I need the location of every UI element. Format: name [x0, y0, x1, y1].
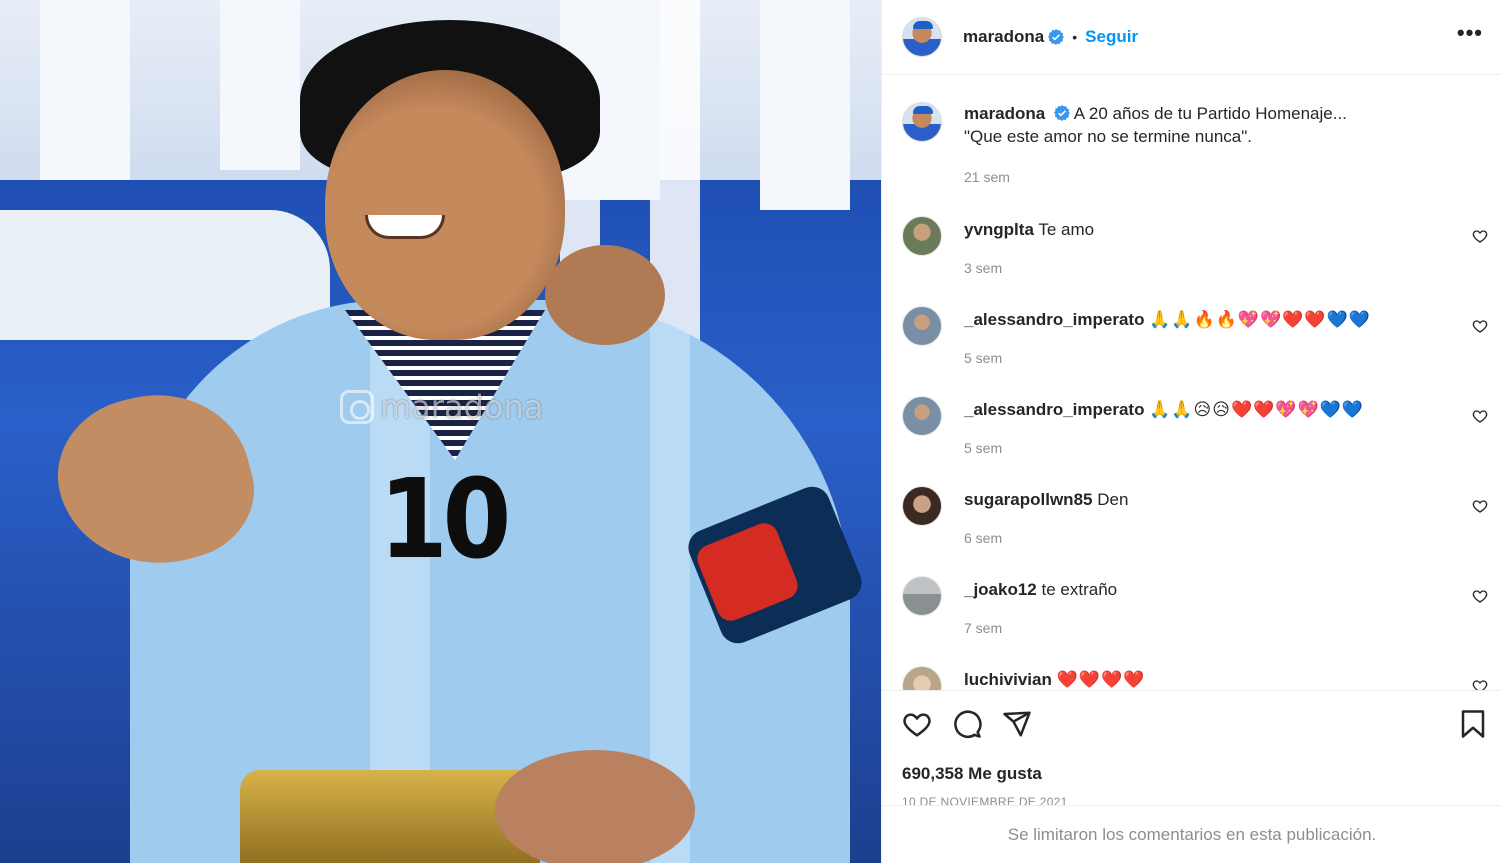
teammate-hand: [545, 245, 665, 345]
instagram-icon: [340, 390, 374, 424]
post-caption: maradona A 20 años de tu Partido Homenaj…: [882, 76, 1501, 210]
post-actions: 690,358 Me gusta 10 DE NOVIEMBRE DE 2021…: [882, 690, 1501, 863]
comment-time[interactable]: 5 sem: [964, 346, 1371, 370]
background-stripe: [220, 0, 300, 170]
comment-item: _alessandro_imperato 🙏🙏😥😥❤️❤️💖💖💙💙 5 sem: [882, 390, 1501, 480]
jersey-number: 10: [379, 455, 511, 583]
post-side-panel: maradona • Seguir ••• maradona A 20 años…: [881, 0, 1501, 863]
like-comment-heart-icon[interactable]: [1472, 408, 1488, 424]
comment-item: _alessandro_imperato 🙏🙏🔥🔥💖💖❤️❤️💙💙 5 sem: [882, 300, 1501, 390]
comment-text: ❤️❤️❤️❤️: [1056, 670, 1146, 689]
comment-time[interactable]: 5 sem: [964, 436, 1364, 460]
comment-time[interactable]: 6 sem: [964, 526, 1128, 550]
comment-username[interactable]: _joako12: [964, 580, 1037, 599]
like-heart-icon[interactable]: [902, 709, 932, 739]
verified-badge-icon: [1053, 105, 1070, 121]
face: [325, 70, 565, 340]
comment-username[interactable]: luchivivian: [964, 670, 1052, 689]
comment-username[interactable]: _alessandro_imperato: [964, 310, 1144, 329]
verified-badge-icon: [1048, 29, 1065, 45]
follow-button[interactable]: Seguir: [1085, 27, 1138, 47]
comment-item: luchivivian ❤️❤️❤️❤️: [882, 660, 1501, 690]
commenter-avatar[interactable]: [902, 216, 942, 256]
comment-text: Te amo: [1038, 220, 1095, 239]
commenter-avatar[interactable]: [902, 576, 942, 616]
share-icon[interactable]: [1002, 709, 1032, 739]
comments-list[interactable]: maradona A 20 años de tu Partido Homenaj…: [882, 76, 1501, 690]
commenter-avatar[interactable]: [902, 306, 942, 346]
comment-text: 🙏🙏😥😥❤️❤️💖💖💙💙: [1149, 400, 1364, 419]
commenter-avatar[interactable]: [902, 486, 942, 526]
more-options-icon[interactable]: •••: [1457, 22, 1483, 44]
caption-username[interactable]: maradona: [964, 104, 1045, 123]
likes-count[interactable]: 690,358 Me gusta: [902, 764, 1482, 784]
author-username[interactable]: maradona: [963, 27, 1044, 47]
like-comment-heart-icon[interactable]: [1472, 228, 1488, 244]
background-stripe: [40, 0, 130, 180]
comment-time[interactable]: 3 sem: [964, 256, 1094, 280]
commenter-avatar[interactable]: [902, 396, 942, 436]
resting-hand: [495, 750, 695, 863]
like-comment-heart-icon[interactable]: [1472, 678, 1488, 690]
background-stripe: [760, 0, 850, 210]
action-icons: [902, 709, 1482, 739]
watermark-text: maradona: [380, 388, 544, 426]
comment-item: yvngplta Te amo 3 sem: [882, 210, 1501, 300]
comment-item: sugarapollwn85 Den 6 sem: [882, 480, 1501, 570]
comments-limited-notice: Se limitaron los comentarios en esta pub…: [882, 805, 1501, 863]
comment-username[interactable]: yvngplta: [964, 220, 1034, 239]
comment-text: te extraño: [1041, 580, 1118, 599]
caption-time[interactable]: 21 sem: [964, 166, 1347, 189]
author-avatar[interactable]: [902, 17, 942, 57]
comment-username[interactable]: sugarapollwn85: [964, 490, 1092, 509]
comment-item: _joako12 te extraño 7 sem: [882, 570, 1501, 660]
separator-dot: •: [1072, 29, 1078, 45]
like-comment-heart-icon[interactable]: [1472, 588, 1488, 604]
save-bookmark-icon[interactable]: [1460, 709, 1486, 739]
post-photo[interactable]: 10 maradona: [0, 0, 881, 863]
caption-text-line1: A 20 años de tu Partido Homenaje...: [1073, 104, 1347, 123]
post-header: maradona • Seguir •••: [882, 0, 1501, 75]
comment-username[interactable]: _alessandro_imperato: [964, 400, 1144, 419]
like-comment-heart-icon[interactable]: [1472, 318, 1488, 334]
teammate-arm: [0, 210, 330, 340]
caption-text-line2: "Que este amor no se termine nunca".: [964, 127, 1252, 146]
comment-text: 🙏🙏🔥🔥💖💖❤️❤️💙💙: [1149, 310, 1371, 329]
like-comment-heart-icon[interactable]: [1472, 498, 1488, 514]
commenter-avatar[interactable]: [902, 666, 942, 690]
comment-time[interactable]: 7 sem: [964, 616, 1117, 640]
caption-avatar[interactable]: [902, 102, 942, 142]
comment-text: Den: [1097, 490, 1129, 509]
smile: [365, 215, 445, 239]
comment-icon[interactable]: [952, 709, 982, 739]
watermark: maradona: [340, 388, 543, 426]
